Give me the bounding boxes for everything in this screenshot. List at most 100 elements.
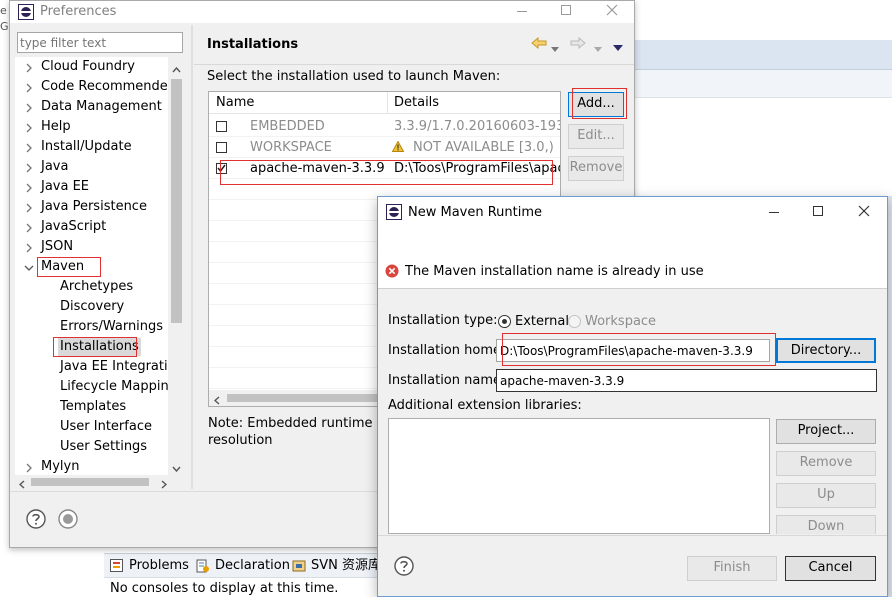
tree-hscroll-thumb[interactable] bbox=[31, 478, 149, 486]
table-row[interactable]: WORKSPACE NOT AVAILABLE [3.0,) bbox=[209, 137, 560, 158]
dialog-footer-divider bbox=[378, 535, 887, 536]
close-icon[interactable] bbox=[606, 4, 618, 16]
down-button[interactable]: Down bbox=[776, 515, 876, 534]
column-divider[interactable] bbox=[387, 92, 388, 114]
error-icon bbox=[385, 264, 399, 278]
chevron-right-icon[interactable] bbox=[24, 242, 34, 253]
dialog-remove-button[interactable]: Remove bbox=[776, 451, 876, 476]
bg-editor-strip bbox=[634, 70, 892, 98]
tree-item-label: Errors/Warnings bbox=[60, 319, 164, 334]
installation-home-label: Installation home: bbox=[388, 343, 506, 358]
tree-item[interactable]: User Interface bbox=[15, 417, 168, 437]
chevron-right-icon[interactable] bbox=[24, 142, 34, 153]
warning-icon bbox=[391, 140, 405, 152]
tree-vscroll[interactable] bbox=[168, 57, 185, 475]
column-name-header[interactable]: Name bbox=[216, 95, 254, 110]
highlight-tree-item bbox=[37, 257, 101, 277]
tree-item[interactable]: Java Persistence bbox=[15, 197, 168, 217]
installation-name-input[interactable] bbox=[496, 369, 877, 392]
maximize-icon[interactable] bbox=[561, 5, 571, 15]
declaration-icon bbox=[196, 559, 209, 573]
tree-item-label: Mylyn bbox=[41, 459, 80, 474]
eclipse-app-icon bbox=[18, 4, 34, 20]
row-checkbox[interactable] bbox=[216, 142, 227, 153]
tree-hscroll[interactable] bbox=[15, 475, 185, 489]
bg-left-hint-1: e bbox=[0, 4, 7, 17]
directory-button[interactable]: Directory... bbox=[776, 338, 876, 363]
back-menu-icon[interactable] bbox=[551, 41, 559, 52]
tree-item[interactable]: Data Management bbox=[15, 97, 168, 117]
scroll-left-icon[interactable] bbox=[18, 478, 25, 489]
finish-button[interactable]: Finish bbox=[687, 556, 777, 581]
column-details-header[interactable]: Details bbox=[394, 95, 439, 110]
tree-item[interactable]: Code Recommenders bbox=[15, 77, 180, 97]
dialog-help-icon[interactable] bbox=[394, 556, 414, 576]
up-button[interactable]: Up bbox=[776, 483, 876, 508]
radio-workspace-label: Workspace bbox=[585, 314, 657, 329]
project-button[interactable]: Project... bbox=[776, 419, 876, 444]
error-message: The Maven installation name is already i… bbox=[405, 264, 704, 279]
dialog-minimize-icon[interactable] bbox=[769, 212, 779, 213]
radio-external-dot[interactable] bbox=[498, 315, 511, 328]
table-row[interactable]: EMBEDDED 3.3.9/1.7.0.20160603-1931 bbox=[209, 116, 560, 137]
preferences-tree: Cloud Foundry Code Recommenders Data Manag… bbox=[15, 57, 185, 475]
tree-item[interactable]: Errors/Warnings bbox=[15, 317, 168, 337]
problems-icon bbox=[110, 559, 123, 572]
view-menu-icon[interactable] bbox=[613, 40, 623, 51]
chevron-right-icon[interactable] bbox=[24, 102, 34, 113]
down-button-clip: Down bbox=[776, 515, 876, 534]
tree-vscroll-thumb[interactable] bbox=[171, 79, 182, 323]
table-hscroll-thumb[interactable] bbox=[227, 394, 377, 402]
edit-button[interactable]: Edit... bbox=[568, 124, 624, 149]
cancel-button[interactable]: Cancel bbox=[785, 556, 876, 581]
minimize-icon[interactable] bbox=[517, 11, 527, 12]
table-scroll-left-icon[interactable] bbox=[213, 394, 220, 405]
scroll-right-icon[interactable] bbox=[161, 478, 168, 489]
tree-item-label: Java bbox=[41, 159, 69, 174]
row-checkbox[interactable] bbox=[216, 121, 227, 132]
highlight-home-input bbox=[502, 333, 776, 366]
tree-item[interactable]: Cloud Foundry bbox=[15, 57, 168, 77]
remove-button[interactable]: Remove bbox=[568, 156, 624, 181]
chevron-right-icon[interactable] bbox=[24, 122, 34, 133]
help-icon[interactable] bbox=[26, 509, 46, 529]
tree-item[interactable]: Lifecycle Mapping bbox=[15, 377, 177, 397]
extension-libraries-list[interactable] bbox=[388, 418, 770, 534]
chevron-right-icon[interactable] bbox=[24, 62, 34, 73]
scroll-down-icon[interactable] bbox=[172, 461, 181, 473]
tree-item[interactable]: Java bbox=[15, 157, 168, 177]
chevron-right-icon[interactable] bbox=[24, 182, 34, 193]
chevron-right-icon[interactable] bbox=[24, 222, 34, 233]
chevron-right-icon[interactable] bbox=[24, 162, 34, 173]
row-details: NOT AVAILABLE [3.0,) bbox=[413, 140, 554, 155]
radio-external[interactable]: External bbox=[498, 313, 569, 329]
tree-item[interactable]: JavaScript bbox=[15, 217, 168, 237]
tree-item[interactable]: Mylyn bbox=[15, 457, 168, 475]
tree-item[interactable]: JSON bbox=[15, 237, 168, 257]
tree-item[interactable]: Java EE Integration bbox=[15, 357, 184, 377]
tree-item[interactable]: Templates bbox=[15, 397, 168, 417]
tree-item-label: Archetypes bbox=[60, 279, 134, 294]
console-message: No consoles to display at this time. bbox=[110, 581, 339, 596]
highlight-maven-row bbox=[220, 160, 553, 185]
filter-input[interactable] bbox=[17, 32, 183, 53]
tab-declaration-label: Declaration bbox=[215, 558, 290, 573]
tree-item[interactable]: Help bbox=[15, 117, 168, 137]
dialog-title: New Maven Runtime bbox=[408, 205, 543, 220]
tree-item[interactable]: Archetypes bbox=[15, 277, 168, 297]
scroll-up-icon[interactable] bbox=[172, 62, 181, 73]
chevron-right-icon[interactable] bbox=[24, 82, 34, 93]
back-arrow-icon[interactable] bbox=[531, 36, 547, 50]
chevron-right-icon[interactable] bbox=[24, 462, 34, 473]
chevron-down-icon[interactable] bbox=[24, 262, 34, 272]
pane-divider[interactable] bbox=[191, 25, 193, 489]
dialog-maximize-icon[interactable] bbox=[813, 206, 823, 216]
bg-toolbar-strip bbox=[634, 40, 892, 70]
chevron-right-icon[interactable] bbox=[24, 202, 34, 213]
tree-item[interactable]: User Settings bbox=[15, 437, 168, 457]
dialog-close-icon[interactable] bbox=[858, 205, 870, 217]
tree-item[interactable]: Install/Update bbox=[15, 137, 168, 157]
restore-defaults-icon[interactable] bbox=[58, 509, 78, 529]
tree-item[interactable]: Java EE bbox=[15, 177, 168, 197]
tree-item[interactable]: Discovery bbox=[15, 297, 168, 317]
